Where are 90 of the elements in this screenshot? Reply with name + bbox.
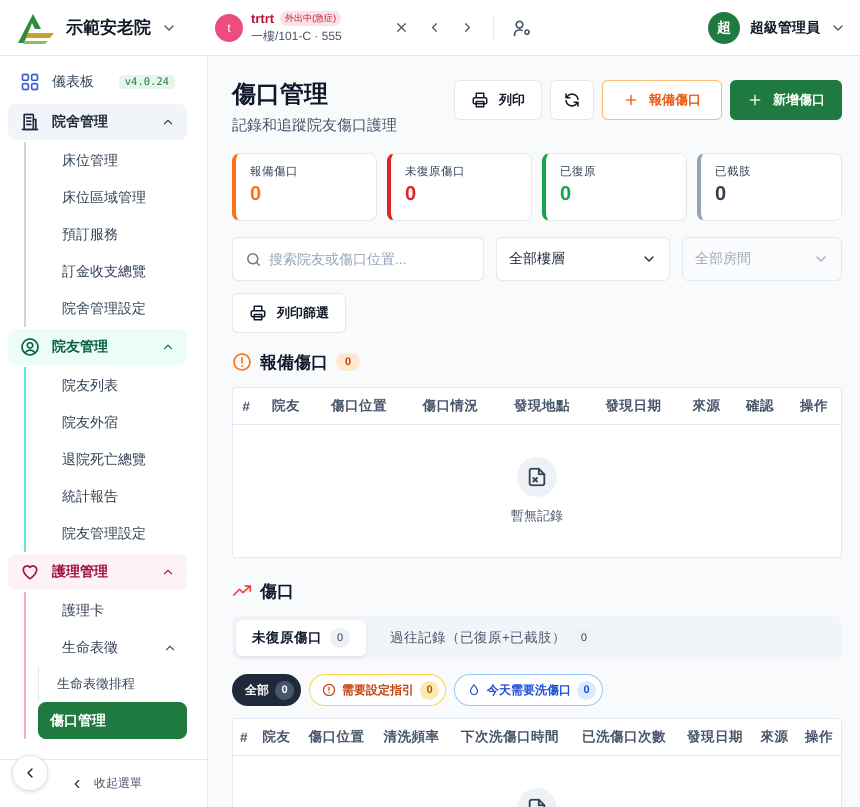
plus-icon [623, 92, 639, 108]
column-header: 傷口位置 [313, 388, 405, 424]
section-title: 報備傷口 [260, 352, 328, 374]
stat-label: 報備傷口 [250, 164, 299, 179]
search-field[interactable]: 搜索院友或傷口位置... [233, 238, 483, 280]
stat-label: 已截肢 [715, 164, 752, 179]
column-header: 操作 [787, 388, 841, 424]
sidebar-item[interactable]: 儀表板 [52, 73, 94, 91]
stat-label: 未復原傷口 [405, 164, 466, 179]
refresh-icon [563, 91, 581, 109]
tab[interactable]: 過往記錄（已復原+已截肢） 0 [374, 620, 610, 656]
facility-name: 示範安老院 [66, 17, 151, 39]
filter-chip[interactable]: 今天需要洗傷口 0 [454, 674, 603, 706]
sidebar-item[interactable]: 訂金收支總覽 [38, 253, 187, 290]
sidebar-item[interactable]: 院舍管理設定 [38, 290, 187, 327]
column-header: 發現日期 [588, 388, 680, 424]
report-wound-button[interactable]: 報備傷口 [602, 80, 722, 120]
tab[interactable]: 未復原傷口 0 [236, 620, 366, 656]
column-header: 操作 [796, 719, 841, 756]
sidebar-item[interactable]: 護理卡 [38, 592, 187, 629]
print-filter-button[interactable]: 列印篩選 [232, 293, 346, 333]
sidebar-item[interactable]: 生命表徵 [38, 629, 187, 666]
sidebar-group[interactable]: 院友管理 [8, 329, 187, 365]
version-badge: v4.0.24 [118, 75, 175, 89]
tab-count: 0 [330, 628, 350, 648]
column-header: 確認 [733, 388, 788, 424]
chip-count: 0 [275, 680, 294, 700]
column-header: 發現日期 [677, 719, 752, 756]
sidebar-item[interactable]: 退院死亡總覽 [38, 441, 187, 478]
heart-icon [20, 562, 40, 582]
sidebar-item[interactable]: 院友管理設定 [38, 515, 187, 552]
column-header: 來源 [679, 388, 734, 424]
building-icon [20, 112, 40, 132]
stat-value: 0 [560, 183, 572, 206]
file-x-icon [526, 466, 548, 488]
resident-avatar: t [215, 14, 243, 42]
print-button[interactable]: 列印 [454, 80, 542, 120]
page-title: 傷口管理 [232, 80, 329, 110]
column-header: 來源 [752, 719, 797, 756]
column-header: 院友 [259, 388, 314, 424]
drop-icon [467, 683, 481, 697]
column-header: 已洗傷口次數 [571, 719, 678, 756]
sidebar-item[interactable]: 院友外宿 [38, 404, 187, 441]
printer-icon [471, 91, 489, 109]
user-icon [20, 337, 40, 357]
user-avatar: 超 [708, 12, 740, 44]
column-header: 傷口情況 [404, 388, 496, 424]
sidebar-item[interactable]: 床位區域管理 [38, 179, 187, 216]
stat-label: 已復原 [560, 164, 597, 179]
user-name: 超級管理員 [750, 18, 820, 36]
alert-icon [232, 352, 252, 372]
column-header: 發現地點 [496, 388, 588, 424]
plus-icon [747, 92, 763, 108]
stat-value: 0 [250, 183, 262, 206]
collapse-menu-link[interactable]: 收起選單 [94, 775, 142, 792]
sidebar-item[interactable]: 院友列表 [38, 367, 187, 404]
sidebar-group[interactable]: 院舍管理 [8, 104, 187, 140]
sidebar-item[interactable]: 統計報告 [38, 478, 187, 515]
sidebar-item[interactable]: 預訂服務 [38, 216, 187, 253]
refresh-button[interactable] [550, 80, 594, 120]
sidebar-group[interactable]: 護理管理 [8, 554, 187, 590]
user-gear-icon [512, 18, 532, 38]
chip-count: 0 [420, 680, 439, 700]
column-header: # [233, 388, 260, 424]
column-header: 下次洗傷口時間 [449, 719, 571, 756]
sidebar-item[interactable]: 生命表徵排程 [39, 666, 187, 702]
stat-value: 0 [715, 183, 728, 206]
dashboard-icon [20, 72, 40, 92]
empty-message: 暫無記錄 [511, 507, 563, 525]
chip-count: 0 [577, 680, 596, 700]
resident-location: 一樓/101-C · 555 [251, 28, 342, 44]
column-header: 清洗頻率 [374, 719, 450, 756]
status-badge: 外出中(急症) [280, 10, 342, 26]
add-wound-button[interactable]: 新增傷口 [730, 80, 842, 120]
filter-chip[interactable]: 需要設定指引 0 [309, 674, 446, 706]
column-header: 院友 [254, 719, 299, 756]
filter-chip[interactable]: 全部 0 [232, 674, 301, 706]
count-badge: 0 [336, 353, 360, 371]
column-header: 傷口位置 [298, 719, 374, 756]
floor-select[interactable]: 全部樓層 [496, 237, 670, 281]
sidebar-item[interactable]: 傷口管理 [38, 702, 187, 739]
sidebar-item[interactable]: 床位管理 [38, 142, 187, 179]
column-header: # [233, 719, 255, 756]
printer-icon [249, 304, 267, 322]
page-subtitle: 記錄和追蹤院友傷口護理 [232, 116, 397, 135]
section-title: 傷口 [260, 580, 294, 602]
search-icon [245, 251, 262, 268]
resident-name: trtrt [251, 10, 274, 26]
alert-icon [322, 683, 336, 697]
stat-value: 0 [405, 183, 418, 206]
